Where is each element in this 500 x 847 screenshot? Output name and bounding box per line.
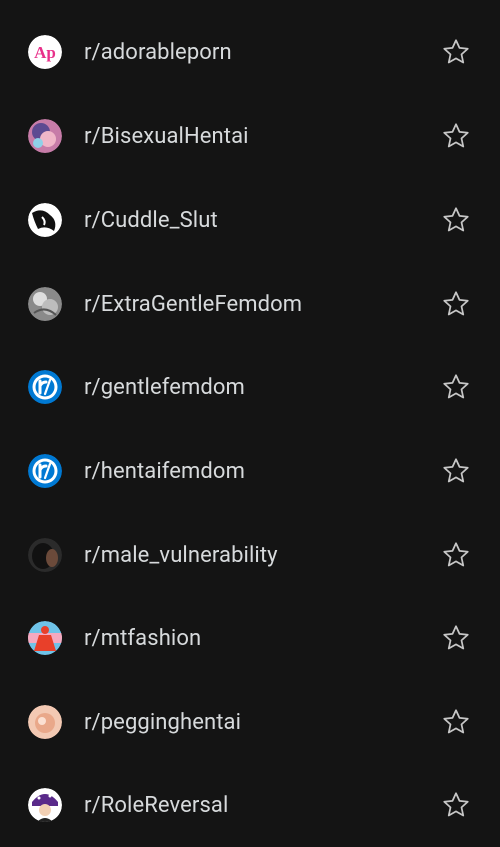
male-vulnerability-avatar-icon: [28, 538, 62, 572]
subreddit-row[interactable]: Ap r/adorableporn: [0, 10, 500, 94]
favorite-star-icon[interactable]: [440, 789, 472, 821]
subreddit-name[interactable]: r/gentlefemdom: [84, 375, 245, 400]
subreddit-name[interactable]: r/ExtraGentleFemdom: [84, 292, 302, 317]
subreddit-row[interactable]: r/hentaifemdom: [0, 429, 500, 513]
subreddit-row[interactable]: r/male_vulnerability: [0, 513, 500, 597]
subreddit-row[interactable]: r/ExtraGentleFemdom: [0, 262, 500, 346]
subreddit-name[interactable]: r/hentaifemdom: [84, 459, 245, 484]
subreddit-name[interactable]: r/male_vulnerability: [84, 543, 278, 568]
subreddit-name[interactable]: r/mtfashion: [84, 626, 201, 651]
subreddit-name[interactable]: r/pegginghentai: [84, 710, 241, 735]
favorite-star-icon[interactable]: [440, 288, 472, 320]
bisexualhentai-avatar-icon: [28, 119, 62, 153]
subreddit-name[interactable]: r/Cuddle_Slut: [84, 208, 218, 233]
subreddit-row[interactable]: r/mtfashion: [0, 596, 500, 680]
svg-text:Ap: Ap: [34, 43, 56, 62]
subreddit-row[interactable]: r/gentlefemdom: [0, 345, 500, 429]
subreddit-row[interactable]: r/Cuddle_Slut: [0, 178, 500, 262]
rolereversal-avatar-icon: [28, 788, 62, 822]
subreddit-list: Ap r/adorableporn r/BisexualHentai r/Cudd…: [0, 0, 500, 833]
pegginghentai-avatar-icon: [28, 705, 62, 739]
subreddit-name[interactable]: r/RoleReversal: [84, 793, 228, 818]
favorite-star-icon[interactable]: [440, 204, 472, 236]
favorite-star-icon[interactable]: [440, 455, 472, 487]
favorite-star-icon[interactable]: [440, 706, 472, 738]
favorite-star-icon[interactable]: [440, 622, 472, 654]
favorite-star-icon[interactable]: [440, 539, 472, 571]
mtfashion-avatar-icon: [28, 621, 62, 655]
favorite-star-icon[interactable]: [440, 36, 472, 68]
default-subreddit-icon: [28, 370, 62, 404]
subreddit-row[interactable]: r/RoleReversal: [0, 763, 500, 847]
cuddle-slut-avatar-icon: [28, 203, 62, 237]
favorite-star-icon[interactable]: [440, 371, 472, 403]
extragentlefemdom-avatar-icon: [28, 287, 62, 321]
favorite-star-icon[interactable]: [440, 120, 472, 152]
default-subreddit-icon: [28, 454, 62, 488]
subreddit-row[interactable]: r/BisexualHentai: [0, 94, 500, 178]
adorableporn-logo-icon: Ap: [28, 35, 62, 69]
subreddit-name[interactable]: r/BisexualHentai: [84, 124, 249, 149]
subreddit-name[interactable]: r/adorableporn: [84, 40, 232, 65]
subreddit-row[interactable]: r/pegginghentai: [0, 680, 500, 764]
